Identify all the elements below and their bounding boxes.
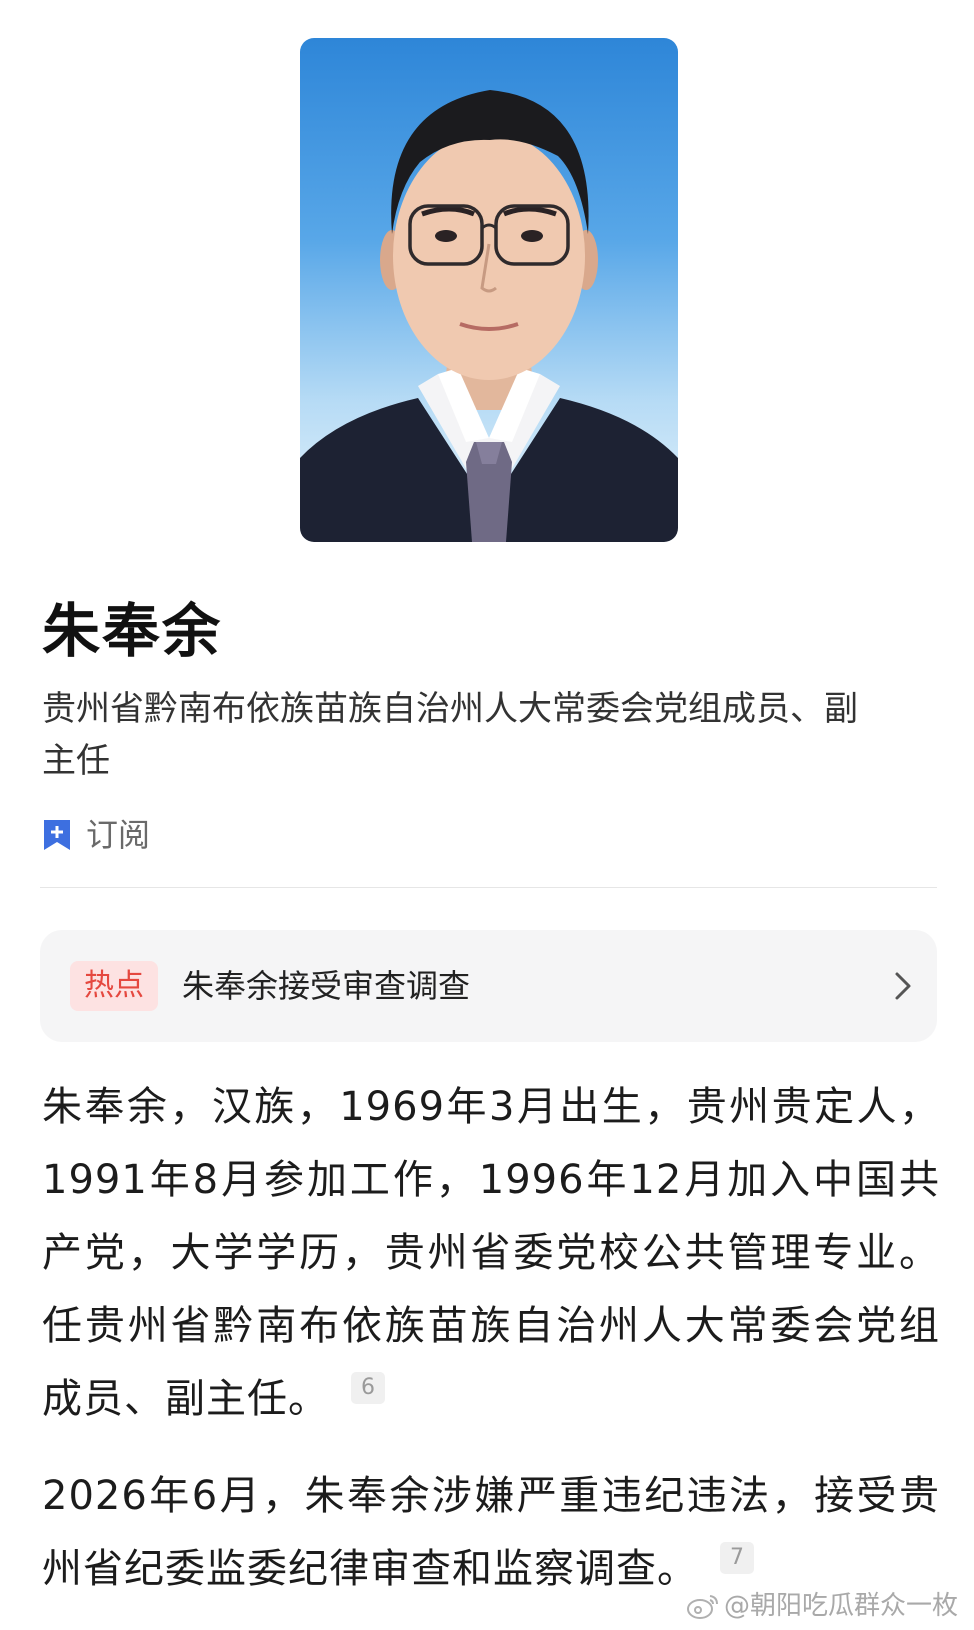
reference-marker[interactable]: 6 [351,1372,385,1404]
bookmark-plus-icon [44,820,70,850]
subscribe-button[interactable]: 订阅 [42,815,150,855]
hot-topic-card[interactable]: 热点 朱奉余接受审查调查 [40,930,937,1042]
chevron-right-icon [895,972,911,1000]
watermark-text: @朝阳吃瓜群众一枚 [723,1591,958,1621]
investigation-paragraph-text: 2026年6月，朱奉余涉嫌严重违纪违法，接受贵州省纪委监委纪律审查和监察调查。 [42,1473,940,1592]
hot-topic-text: 朱奉余接受审查调查 [182,967,471,1005]
profile-name: 朱奉余 [42,597,223,665]
profile-title: 贵州省黔南布依族苗族自治州人大常委会党组成员、副主任 [42,689,858,781]
divider [40,887,937,888]
reference-marker[interactable]: 7 [720,1542,754,1574]
investigation-paragraph: 2026年6月，朱奉余涉嫌严重违纪违法，接受贵州省纪委监委纪律审查和监察调查。 7 [42,1460,940,1606]
subscribe-label: 订阅 [86,816,151,854]
bio-paragraph-text: 朱奉余，汉族，1969年3月出生，贵州贵定人，1991年8月参加工作，1996年… [42,1084,940,1422]
watermark: @朝阳吃瓜群众一枚 [686,1590,958,1622]
bio-paragraph: 朱奉余，汉族，1969年3月出生，贵州贵定人，1991年8月参加工作，1996年… [42,1071,940,1436]
portrait-photo [300,90,678,542]
hot-badge: 热点 [70,961,158,1011]
weibo-logo-icon [686,1595,718,1619]
profile-portrait[interactable] [300,38,678,542]
